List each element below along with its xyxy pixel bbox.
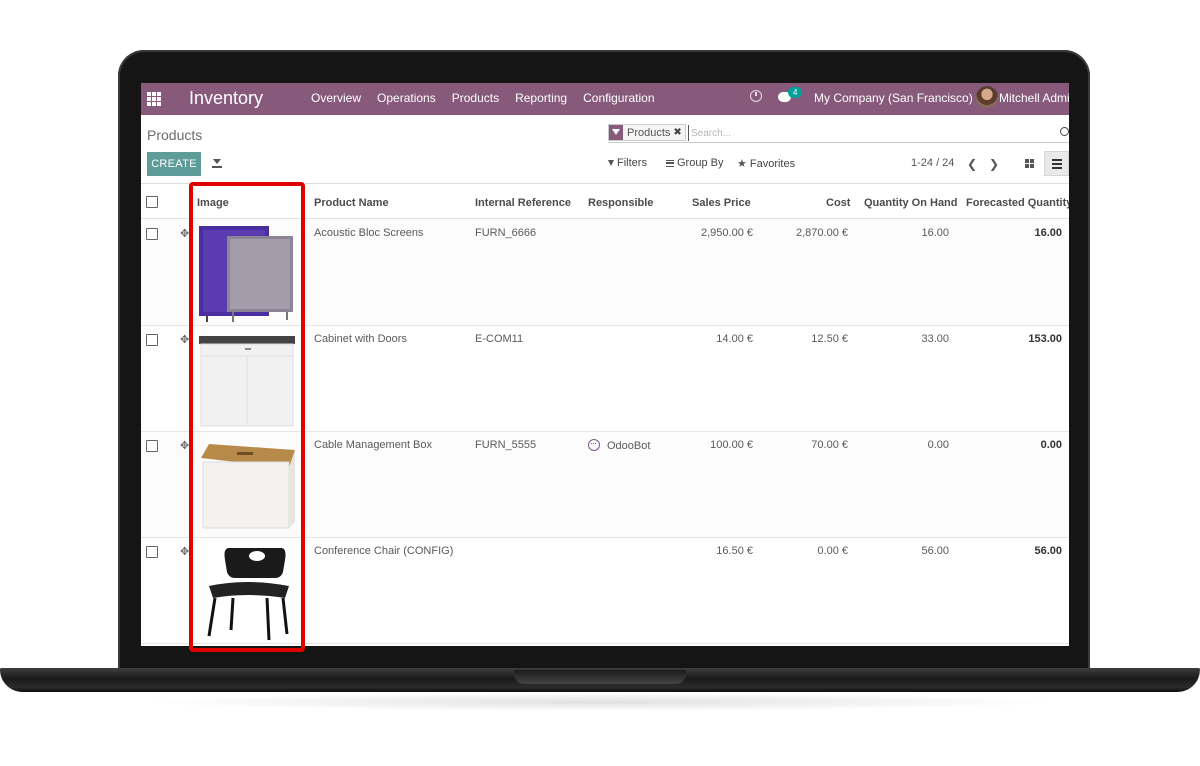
sales-price: 100.00 € [710,439,753,451]
filter-icon [608,160,614,166]
sales-price: 16.50 € [716,545,753,557]
laptop-notch [514,670,686,684]
select-all-checkbox[interactable] [146,196,158,208]
user-avatar[interactable] [976,86,998,108]
responsible-name: OdooBot [607,440,651,452]
download-icon[interactable] [212,157,222,169]
facet-label: Products [627,126,671,139]
search-icon[interactable] [1060,127,1069,136]
laptop-shadow [140,693,1060,711]
forecasted-quantity: 56.00 [1034,545,1062,557]
drag-handle-icon[interactable]: ✥ [180,545,189,558]
column-image[interactable]: Image [197,197,229,209]
search-facet: Products ✖ [608,124,686,141]
cost: 70.00 € [811,439,848,451]
product-name: Conference Chair (CONFIG) [314,545,454,557]
internal-reference: E-COM11 [475,333,524,345]
groupby-label: Group By [677,157,724,169]
table-row[interactable]: ✥ Acoustic Bloc Screens FURN_6666 2,950.… [141,220,1069,326]
odoobot-avatar-icon [588,439,600,451]
sales-price: 2,950.00 € [701,227,753,239]
search-bar: Products ✖ [608,123,1069,143]
row-checkbox[interactable] [146,440,158,452]
table-row[interactable]: ✥ Conference Chair (CONFIG) 16.50 € 0.00… [141,538,1069,644]
column-product-name[interactable]: Product Name [314,197,389,209]
apps-menu-icon[interactable] [147,92,161,106]
filter-facet-icon [609,125,623,140]
list-view-icon[interactable] [1044,151,1069,176]
main-menu: Overview Operations Products Reporting C… [311,91,655,105]
row-checkbox[interactable] [146,546,158,558]
kanban-view-icon[interactable] [1022,156,1036,170]
product-name: Cable Management Box [314,439,433,451]
column-quantity-on-hand[interactable]: Quantity On Hand [864,197,958,209]
groupby-dropdown[interactable]: Group By [666,157,723,169]
column-internal-reference[interactable]: Internal Reference [475,197,571,209]
facet-remove-icon[interactable]: ✖ [673,127,684,138]
cost: 2,870.00 € [796,227,848,239]
forecasted-quantity: 0.00 [1040,439,1062,451]
forecasted-quantity: 16.00 [1034,227,1062,239]
internal-reference: FURN_6666 [475,227,537,239]
product-image-cabinet [199,336,295,427]
cost: 12.50 € [811,333,848,345]
row-checkbox[interactable] [146,334,158,346]
forecasted-quantity: 153.00 [1028,333,1062,345]
column-cost[interactable]: Cost [826,197,850,209]
product-image-cable-box [201,444,295,529]
menu-overview[interactable]: Overview [311,91,361,105]
cost: 0.00 € [817,545,848,557]
column-sales-price[interactable]: Sales Price [692,197,751,209]
table-header: Image Product Name Internal Reference Re… [141,183,1069,219]
product-name: Acoustic Bloc Screens [314,227,424,239]
chevron-left-icon[interactable]: ❮ [967,157,977,171]
filters-dropdown[interactable]: Filters [608,157,647,169]
app-screen: Inventory Overview Operations Products R… [141,83,1069,646]
star-icon: ★ [737,158,747,170]
breadcrumb: Products [147,127,203,143]
row-checkbox[interactable] [146,228,158,240]
pager-value[interactable]: 1-24 / 24 [911,157,954,169]
chat-badge: 4 [788,87,803,98]
create-button[interactable]: CREATE [147,152,201,176]
activities-clock-icon[interactable] [750,90,762,102]
chevron-right-icon[interactable]: ❯ [989,157,999,171]
table-row[interactable]: ✥ Cable Management Box FURN_5555 OdooBot… [141,432,1069,538]
sales-price: 14.00 € [716,333,753,345]
quantity-on-hand: 33.00 [921,333,949,345]
menu-reporting[interactable]: Reporting [515,91,567,105]
product-image-acoustic-screens [199,226,293,322]
quantity-on-hand: 16.00 [921,227,949,239]
internal-reference: FURN_5555 [475,439,537,451]
favorites-dropdown[interactable]: ★ Favorites [737,157,796,171]
search-input[interactable] [688,125,1058,141]
table-row[interactable]: ✥ Cabinet with Doors E-COM11 14.00 € 12.… [141,326,1069,432]
menu-configuration[interactable]: Configuration [583,91,654,105]
top-navbar: Inventory Overview Operations Products R… [141,83,1069,115]
quantity-on-hand: 56.00 [921,545,949,557]
groupby-icon [666,159,674,167]
product-name: Cabinet with Doors [314,333,407,345]
app-title[interactable]: Inventory [189,88,263,109]
user-menu[interactable]: Mitchell Admin [999,91,1069,105]
menu-operations[interactable]: Operations [377,91,436,105]
filters-label: Filters [617,157,647,169]
column-responsible[interactable]: Responsible [588,197,653,209]
responsible: OdooBot [588,439,650,452]
drag-handle-icon[interactable]: ✥ [180,227,189,240]
quantity-on-hand: 0.00 [927,439,949,451]
favorites-label: Favorites [749,157,796,170]
column-forecasted-quantity[interactable]: Forecasted Quantity [966,197,1069,209]
product-image-chair [207,548,289,641]
drag-handle-icon[interactable]: ✥ [180,333,189,346]
drag-handle-icon[interactable]: ✥ [180,439,189,452]
company-switcher[interactable]: My Company (San Francisco) [814,91,973,105]
menu-products[interactable]: Products [452,91,499,105]
